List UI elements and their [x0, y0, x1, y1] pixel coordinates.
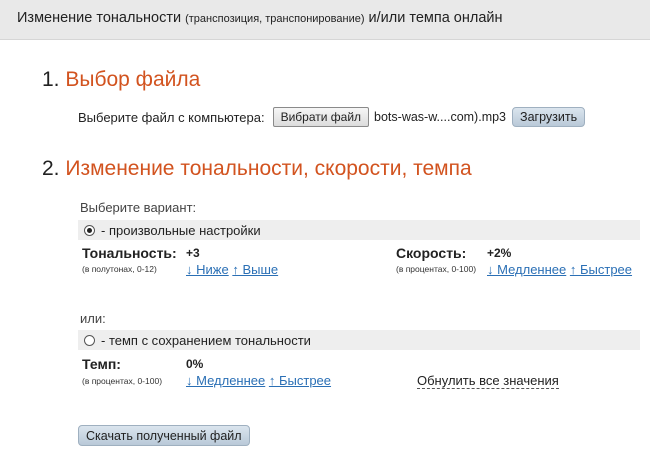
- option-custom-label: - произвольные настройки: [101, 222, 261, 238]
- tempo-slower-link[interactable]: ↓ Медленнее: [186, 373, 265, 388]
- radio-custom-settings[interactable]: [84, 224, 95, 236]
- browse-file-button[interactable]: Вибрати файл: [272, 107, 370, 127]
- step2-title: Изменение тональности, скорости, темпа: [65, 157, 472, 180]
- pitch-higher-link[interactable]: ↑ Выше: [232, 262, 278, 277]
- speed-value: +2%: [487, 246, 512, 260]
- file-select-row: Выберите файл с компьютера: Вибрати файл…: [78, 106, 586, 128]
- tempo-sublabel: (в процентах, 0-100): [82, 376, 163, 386]
- pitch-sublabel: (в полутонах, 0-12): [82, 264, 157, 274]
- choose-file-label: Выберите файл с компьютера:: [78, 109, 265, 125]
- step1-title: Выбор файла: [65, 68, 201, 91]
- speed-sublabel: (в процентах, 0-100): [396, 264, 477, 274]
- reset-all-link[interactable]: Обнулить все значения: [417, 373, 559, 389]
- download-button[interactable]: Скачать полученный файл: [78, 425, 250, 446]
- pitch-label: Тональность:: [82, 245, 177, 261]
- option-tempo-preserve-pitch[interactable]: - темп с сохранением тональности: [78, 330, 640, 350]
- selected-file-name: bots-was-w....com).mp3: [374, 110, 507, 124]
- pitch-lower-link[interactable]: ↓ Ниже: [186, 262, 229, 277]
- step2-number: 2.: [42, 157, 60, 180]
- or-label: или:: [80, 311, 106, 326]
- option-custom-settings[interactable]: - произвольные настройки: [78, 220, 640, 240]
- pitch-value: +3: [186, 246, 200, 260]
- header-title-main: Изменение тональности: [17, 10, 182, 26]
- speed-controls: ↓ Медленнее ↑ Быстрее: [487, 262, 632, 277]
- tempo-value: 0%: [186, 357, 204, 371]
- speed-label: Скорость:: [396, 245, 467, 261]
- step1-heading: 1. Выбор файла: [42, 68, 200, 92]
- step1-number: 1.: [42, 68, 60, 91]
- tempo-controls: ↓ Медленнее ↑ Быстрее: [186, 373, 331, 388]
- upload-button[interactable]: Загрузить: [512, 107, 586, 127]
- step2-heading: 2. Изменение тональности, скорости, темп…: [42, 157, 472, 181]
- radio-tempo-preserve-pitch[interactable]: [84, 334, 95, 346]
- page-header: Изменение тональности (транспозиция, тра…: [0, 0, 650, 40]
- speed-faster-link[interactable]: ↑ Быстрее: [570, 262, 632, 277]
- option-tempo-label: - темп с сохранением тональности: [101, 332, 311, 348]
- pitch-controls: ↓ Ниже ↑ Выше: [186, 262, 278, 277]
- speed-slower-link[interactable]: ↓ Медленнее: [487, 262, 566, 277]
- tempo-faster-link[interactable]: ↑ Быстрее: [269, 373, 331, 388]
- header-title-tail: и/или темпа онлайн: [368, 10, 503, 26]
- tempo-label: Темп:: [82, 356, 121, 372]
- choose-variant-label: Выберите вариант:: [80, 200, 197, 215]
- header-title-small: (транспозиция, транспонирование): [185, 13, 365, 25]
